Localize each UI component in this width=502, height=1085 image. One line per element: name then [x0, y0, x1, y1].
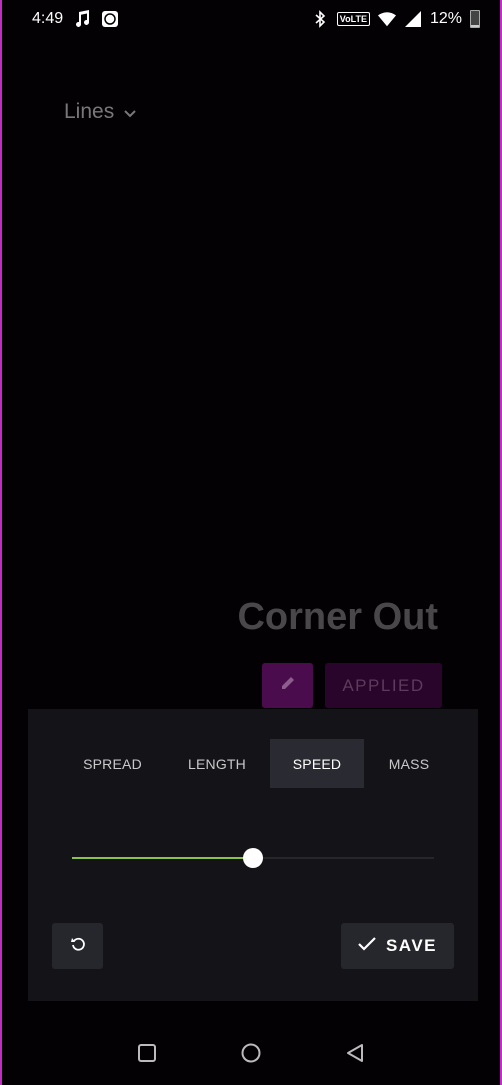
edit-button[interactable]: [262, 663, 313, 708]
reset-button[interactable]: [52, 923, 103, 969]
check-icon: [358, 936, 376, 956]
status-time: 4:49: [32, 10, 64, 27]
settings-panel: SPREAD LENGTH SPEED MASS SAVE: [28, 709, 478, 1001]
wifi-icon: [377, 10, 396, 28]
applied-button[interactable]: APPLIED: [325, 663, 442, 708]
app-notification-icon: [101, 10, 119, 28]
tab-spread[interactable]: SPREAD: [61, 739, 164, 788]
slider-thumb[interactable]: [243, 848, 263, 868]
status-bar: 4:49 VoLTE 12%: [2, 0, 500, 38]
pencil-icon: [280, 675, 296, 696]
bluetooth-icon: [311, 10, 329, 28]
effect-title: Corner Out: [237, 596, 438, 638]
home-button[interactable]: [240, 1043, 262, 1068]
square-icon: [138, 1043, 156, 1067]
reset-icon: [70, 936, 86, 957]
battery-icon: [470, 10, 480, 28]
slider-fill: [72, 857, 253, 859]
recents-button[interactable]: [136, 1043, 158, 1067]
tab-length[interactable]: LENGTH: [164, 739, 270, 788]
triangle-back-icon: [346, 1043, 364, 1068]
signal-icon: [404, 10, 422, 28]
volte-icon: VoLTE: [336, 12, 370, 26]
save-label: SAVE: [385, 936, 438, 955]
screen-frame: 4:49 VoLTE 12% Lines Corner Out APPLIED …: [0, 0, 502, 1085]
back-button[interactable]: [344, 1043, 366, 1068]
navigation-bar: [2, 1025, 500, 1085]
category-label: Lines: [64, 100, 115, 123]
music-note-icon: [73, 10, 91, 28]
tab-bar: SPREAD LENGTH SPEED MASS: [61, 739, 454, 788]
circle-icon: [241, 1043, 261, 1068]
battery-percent: 12%: [429, 10, 462, 27]
tab-mass[interactable]: MASS: [364, 739, 454, 788]
save-button[interactable]: SAVE: [341, 923, 454, 969]
chevron-down-icon: [124, 100, 136, 124]
category-dropdown[interactable]: Lines: [64, 100, 136, 124]
speed-slider[interactable]: [72, 848, 434, 868]
tab-speed[interactable]: SPEED: [270, 739, 364, 788]
